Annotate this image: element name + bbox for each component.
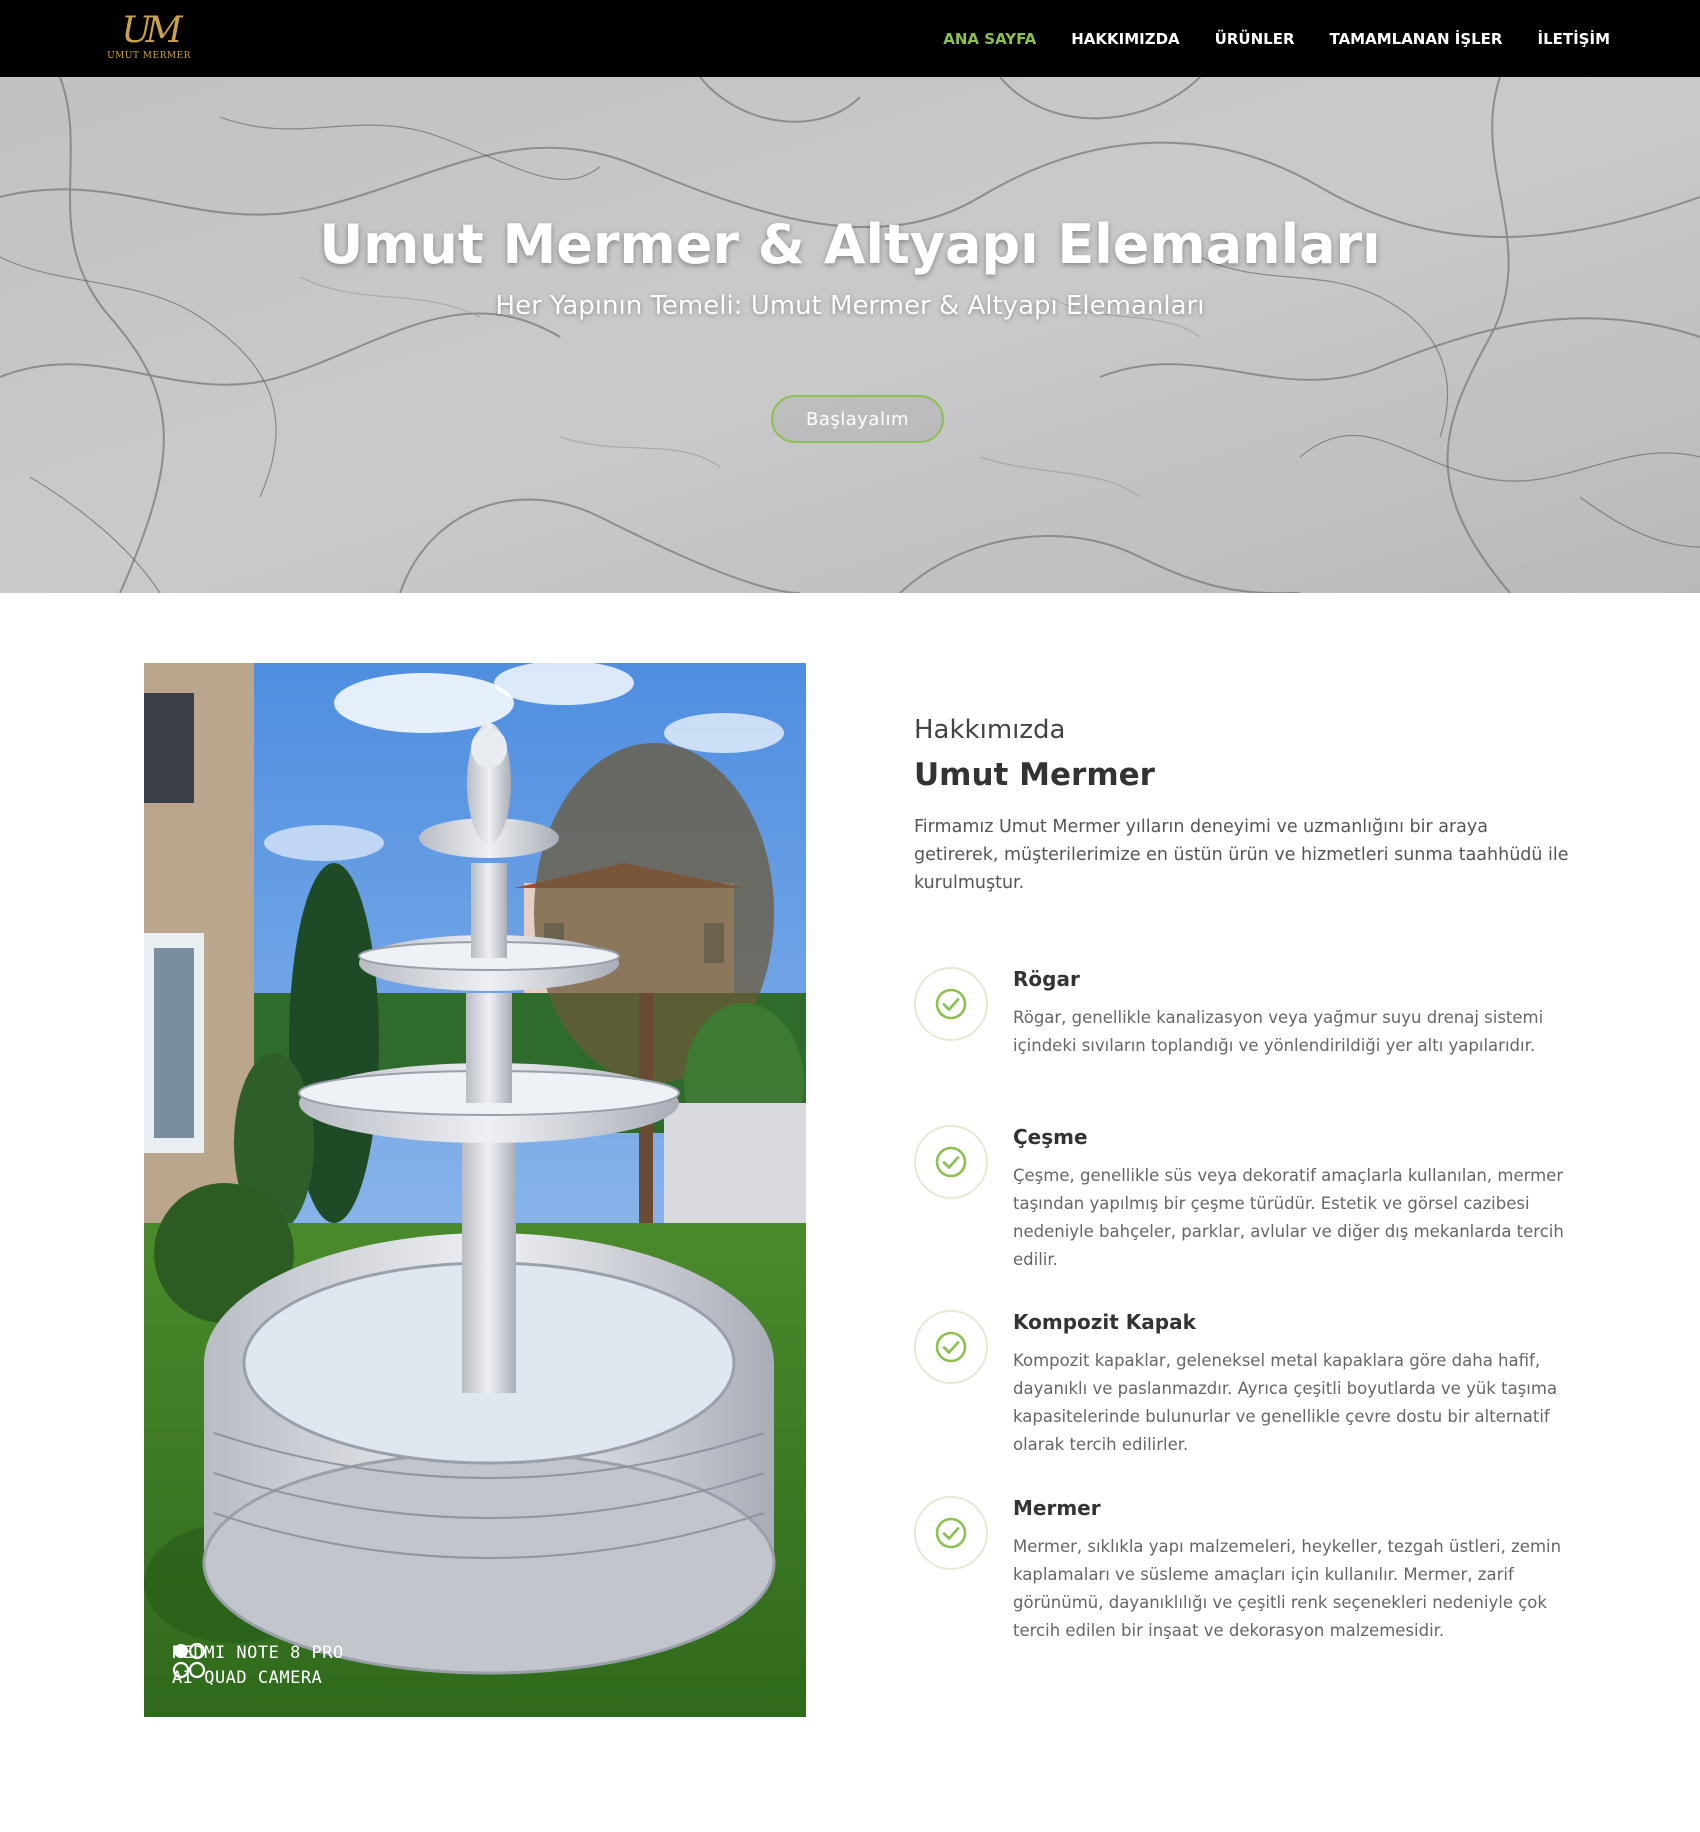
feature-text: Çeşme, genellikle süs veya dekoratif ama…: [1013, 1166, 1564, 1269]
camera-logo-icon: [172, 1642, 206, 1679]
brand-logo[interactable]: UM UMUT MERMER: [104, 12, 194, 64]
check-circle-icon: [914, 1496, 988, 1570]
feature-text: Kompozit kapaklar, geleneksel metal kapa…: [1013, 1351, 1558, 1454]
nav-item-hakkimizda[interactable]: HAKKIMIZDA: [1071, 30, 1179, 48]
check-circle-icon: [914, 1310, 988, 1384]
feature-text: Rögar, genellikle kanalizasyon veya yağm…: [1013, 1008, 1544, 1055]
check-circle-icon: [914, 1125, 988, 1199]
feature-title: Kompozit Kapak: [1013, 1310, 1196, 1334]
check-circle-icon: [914, 967, 988, 1041]
hero-overlay: [0, 77, 1700, 593]
logo-text: UMUT MERMER: [107, 51, 191, 61]
about-title: Umut Mermer: [914, 757, 1155, 793]
hero-subtitle: Her Yapının Temeli: Umut Mermer & Altyap…: [495, 291, 1205, 321]
hero-section: Umut Mermer & Altyapı Elemanları Her Yap…: [0, 77, 1700, 593]
feature-title: Mermer: [1013, 1496, 1101, 1520]
nav-item-iletisim[interactable]: İLETİŞİM: [1537, 30, 1610, 48]
fountain-image: [144, 663, 806, 1717]
hero-title: Umut Mermer & Altyapı Elemanları: [319, 213, 1381, 276]
nav-item-urunler[interactable]: ÜRÜNLER: [1215, 30, 1295, 48]
feature-title: Rögar: [1013, 967, 1080, 991]
nav-item-tamamlanan-isler[interactable]: TAMAMLANAN İŞLER: [1330, 30, 1503, 48]
top-navbar: UM UMUT MERMER ANA SAYFA HAKKIMIZDA ÜRÜN…: [0, 0, 1700, 77]
get-started-button[interactable]: Başlayalım: [771, 395, 944, 443]
nav-menu: ANA SAYFA HAKKIMIZDA ÜRÜNLER TAMAMLANAN …: [908, 0, 1610, 77]
about-kicker: Hakkımızda: [914, 715, 1066, 745]
feature-text: Mermer, sıklıkla yapı malzemeleri, heyke…: [1013, 1537, 1562, 1640]
logo-mark: UM: [121, 10, 182, 51]
camera-watermark: REDMI NOTE 8 PRO AI QUAD CAMERA: [172, 1641, 344, 1691]
about-section: Hakkımızda Umut Mermer Firmamız Umut Mer…: [914, 715, 1574, 897]
feature-title: Çeşme: [1013, 1125, 1088, 1149]
fountain-photo: REDMI NOTE 8 PRO AI QUAD CAMERA: [144, 663, 806, 1717]
nav-item-ana-sayfa[interactable]: ANA SAYFA: [943, 30, 1036, 48]
about-description: Firmamız Umut Mermer yılların deneyimi v…: [914, 817, 1569, 893]
